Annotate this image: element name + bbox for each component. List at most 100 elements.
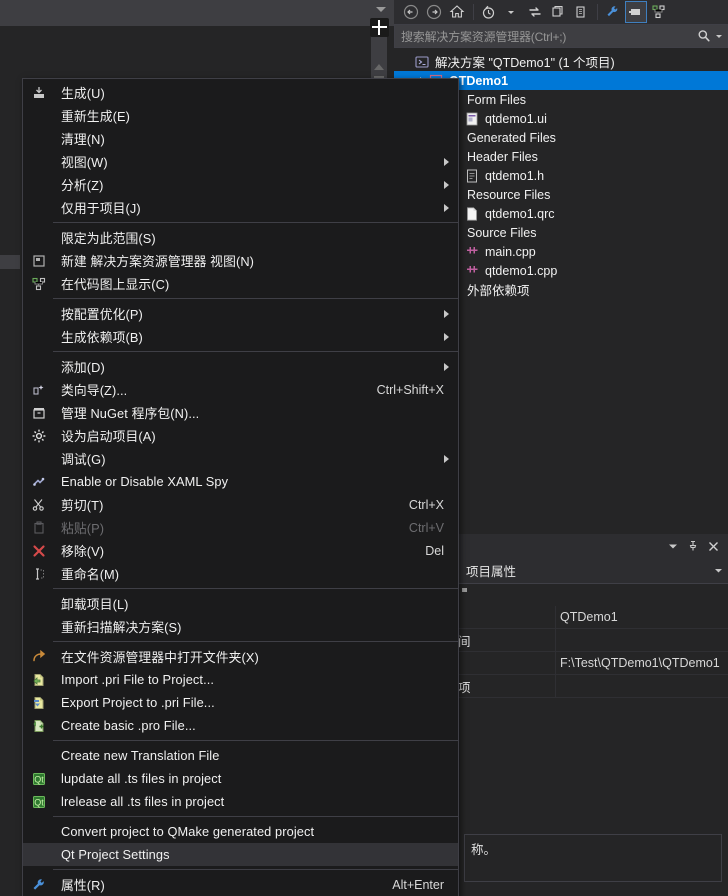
- properties-titlebar: [456, 534, 728, 558]
- menu-item[interactable]: 分析(Z): [23, 173, 458, 196]
- menu-item[interactable]: 类向导(Z)... Ctrl+Shift+X: [23, 378, 458, 401]
- menu-item[interactable]: Import .pri File to Project...: [23, 668, 458, 691]
- tree-item-label: Resource Files: [467, 187, 551, 202]
- tree-item-label: qtdemo1.h: [485, 168, 545, 183]
- menu-item-label: lrelease all .ts files in project: [61, 794, 225, 809]
- properties-button[interactable]: [602, 1, 624, 23]
- ui-file-icon: [464, 111, 480, 127]
- menu-item-label: 在代码图上显示(C): [61, 277, 170, 292]
- close-icon[interactable]: [703, 536, 723, 556]
- chevron-down-icon[interactable]: [714, 562, 723, 580]
- show-all-files-button[interactable]: [570, 1, 592, 23]
- sync-with-active-document-button[interactable]: [524, 1, 546, 23]
- menu-item-label: 重新生成(E): [61, 109, 130, 124]
- properties-grid[interactable]: QTDemo1 间 F:\Test\QTDemo1\QTDemo1 项: [456, 605, 728, 821]
- paste-icon: [29, 519, 49, 537]
- property-name: 间: [458, 634, 471, 649]
- property-value[interactable]: [555, 628, 728, 652]
- menu-item[interactable]: 按配置优化(P): [23, 302, 458, 325]
- property-value[interactable]: F:\Test\QTDemo1\QTDemo1: [555, 651, 728, 675]
- menu-item[interactable]: 设为启动项目(A): [23, 424, 458, 447]
- forward-button[interactable]: [423, 1, 445, 23]
- menu-item[interactable]: 视图(W): [23, 150, 458, 173]
- tree-item-label: Header Files: [467, 149, 538, 164]
- menu-item[interactable]: 重命名(M): [23, 562, 458, 585]
- editor-left-sliver: [0, 255, 20, 269]
- pending-changes-button[interactable]: [478, 1, 500, 23]
- search-dropdown-icon[interactable]: [715, 32, 723, 40]
- menu-item[interactable]: 属性(R) Alt+Enter: [23, 873, 458, 896]
- menu-item[interactable]: 管理 NuGet 程序包(N)...: [23, 401, 458, 424]
- property-row[interactable]: 项: [456, 674, 728, 698]
- property-value[interactable]: QTDemo1: [555, 605, 728, 629]
- refresh-button[interactable]: [547, 1, 569, 23]
- menu-item[interactable]: 在文件资源管理器中打开文件夹(X): [23, 645, 458, 668]
- menu-item[interactable]: Qt lrelease all .ts files in project: [23, 790, 458, 813]
- qt-export-icon: [29, 694, 49, 712]
- menu-item[interactable]: 仅用于项目(J): [23, 196, 458, 219]
- cpp-file-icon: [464, 244, 480, 260]
- menu-separator: [53, 351, 458, 352]
- menu-item[interactable]: Enable or Disable XAML Spy: [23, 470, 458, 493]
- menu-item[interactable]: 生成(U): [23, 81, 458, 104]
- menu-item-shortcut: Ctrl+V: [408, 520, 444, 535]
- menu-item[interactable]: 重新扫描解决方案(S): [23, 615, 458, 638]
- chevron-down-icon[interactable]: [663, 536, 683, 556]
- properties-object-selector[interactable]: 项目属性: [456, 558, 728, 584]
- menu-item[interactable]: Create basic .pro File...: [23, 714, 458, 737]
- menu-item-label: Convert project to QMake generated proje…: [61, 824, 315, 839]
- menu-item-label: 新建 解决方案资源管理器 视图(N): [61, 254, 255, 269]
- menu-separator: [53, 298, 458, 299]
- menu-item-label: Create basic .pro File...: [61, 718, 196, 733]
- categorized-view-icon[interactable]: [460, 586, 474, 605]
- menu-item[interactable]: Qt Project Settings: [23, 843, 458, 866]
- preview-selected-items-button[interactable]: [625, 1, 647, 23]
- gear-icon: [29, 427, 49, 445]
- menu-item-label: 生成(U): [61, 86, 105, 101]
- property-row[interactable]: QTDemo1: [456, 605, 728, 629]
- menu-item[interactable]: 卸载项目(L): [23, 592, 458, 615]
- build-icon: [29, 84, 49, 102]
- tree-item-label: 外部依赖项: [467, 284, 530, 298]
- menu-item[interactable]: 重新生成(E): [23, 104, 458, 127]
- chevron-down-icon[interactable]: [376, 7, 386, 12]
- search-input[interactable]: 搜索解决方案资源管理器(Ctrl+;): [394, 24, 728, 48]
- visual-studio-window: 搜索解决方案资源管理器(Ctrl+;) 解决方案 "QTDemo1" (1 个项…: [0, 0, 728, 896]
- property-row[interactable]: 间: [456, 628, 728, 652]
- menu-item[interactable]: Export Project to .pri File...: [23, 691, 458, 714]
- tree-item[interactable]: 解决方案 "QTDemo1" (1 个项目): [394, 52, 728, 71]
- menu-item[interactable]: 剪切(T) Ctrl+X: [23, 493, 458, 516]
- editor-tab-strip: [0, 0, 394, 26]
- qt-create-icon: [29, 717, 49, 735]
- menu-item-label: Qt Project Settings: [61, 847, 170, 862]
- property-value[interactable]: [555, 674, 728, 698]
- menu-item-shortcut: Ctrl+Shift+X: [376, 382, 444, 397]
- back-button[interactable]: [400, 1, 422, 23]
- pin-icon[interactable]: [683, 536, 703, 556]
- chevron-down-icon[interactable]: [501, 1, 523, 23]
- menu-item[interactable]: 限定为此范围(S): [23, 226, 458, 249]
- menu-item[interactable]: 新建 解决方案资源管理器 视图(N): [23, 249, 458, 272]
- menu-item[interactable]: Create new Translation File: [23, 744, 458, 767]
- menu-item[interactable]: 生成依赖项(B): [23, 325, 458, 348]
- scroll-up-icon[interactable]: [374, 64, 384, 70]
- menu-item[interactable]: 移除(V) Del: [23, 539, 458, 562]
- menu-item[interactable]: 在代码图上显示(C): [23, 272, 458, 295]
- menu-item[interactable]: Qt lupdate all .ts files in project: [23, 767, 458, 790]
- menu-item-label: lupdate all .ts files in project: [61, 771, 222, 786]
- menu-item-label: 生成依赖项(B): [61, 330, 143, 345]
- svg-text:Qt: Qt: [34, 774, 44, 784]
- menu-item[interactable]: 调试(G): [23, 447, 458, 470]
- home-button[interactable]: [446, 1, 468, 23]
- property-row[interactable]: F:\Test\QTDemo1\QTDemo1: [456, 651, 728, 675]
- menu-item[interactable]: Convert project to QMake generated proje…: [23, 820, 458, 843]
- cpp-file-icon: [464, 263, 480, 279]
- menu-item[interactable]: 添加(D): [23, 355, 458, 378]
- project-context-menu[interactable]: 生成(U) 重新生成(E) 清理(N) 视图(W) 分析(Z) 仅用于项目(J) 限定为此范…: [22, 78, 459, 896]
- search-icon[interactable]: [696, 28, 712, 44]
- menu-item-label: 清理(N): [61, 132, 105, 147]
- menu-item[interactable]: 清理(N): [23, 127, 458, 150]
- tree-item-label: qtdemo1.ui: [485, 111, 547, 126]
- code-map-icon[interactable]: [648, 1, 670, 23]
- menu-icon-placeholder: [29, 229, 49, 247]
